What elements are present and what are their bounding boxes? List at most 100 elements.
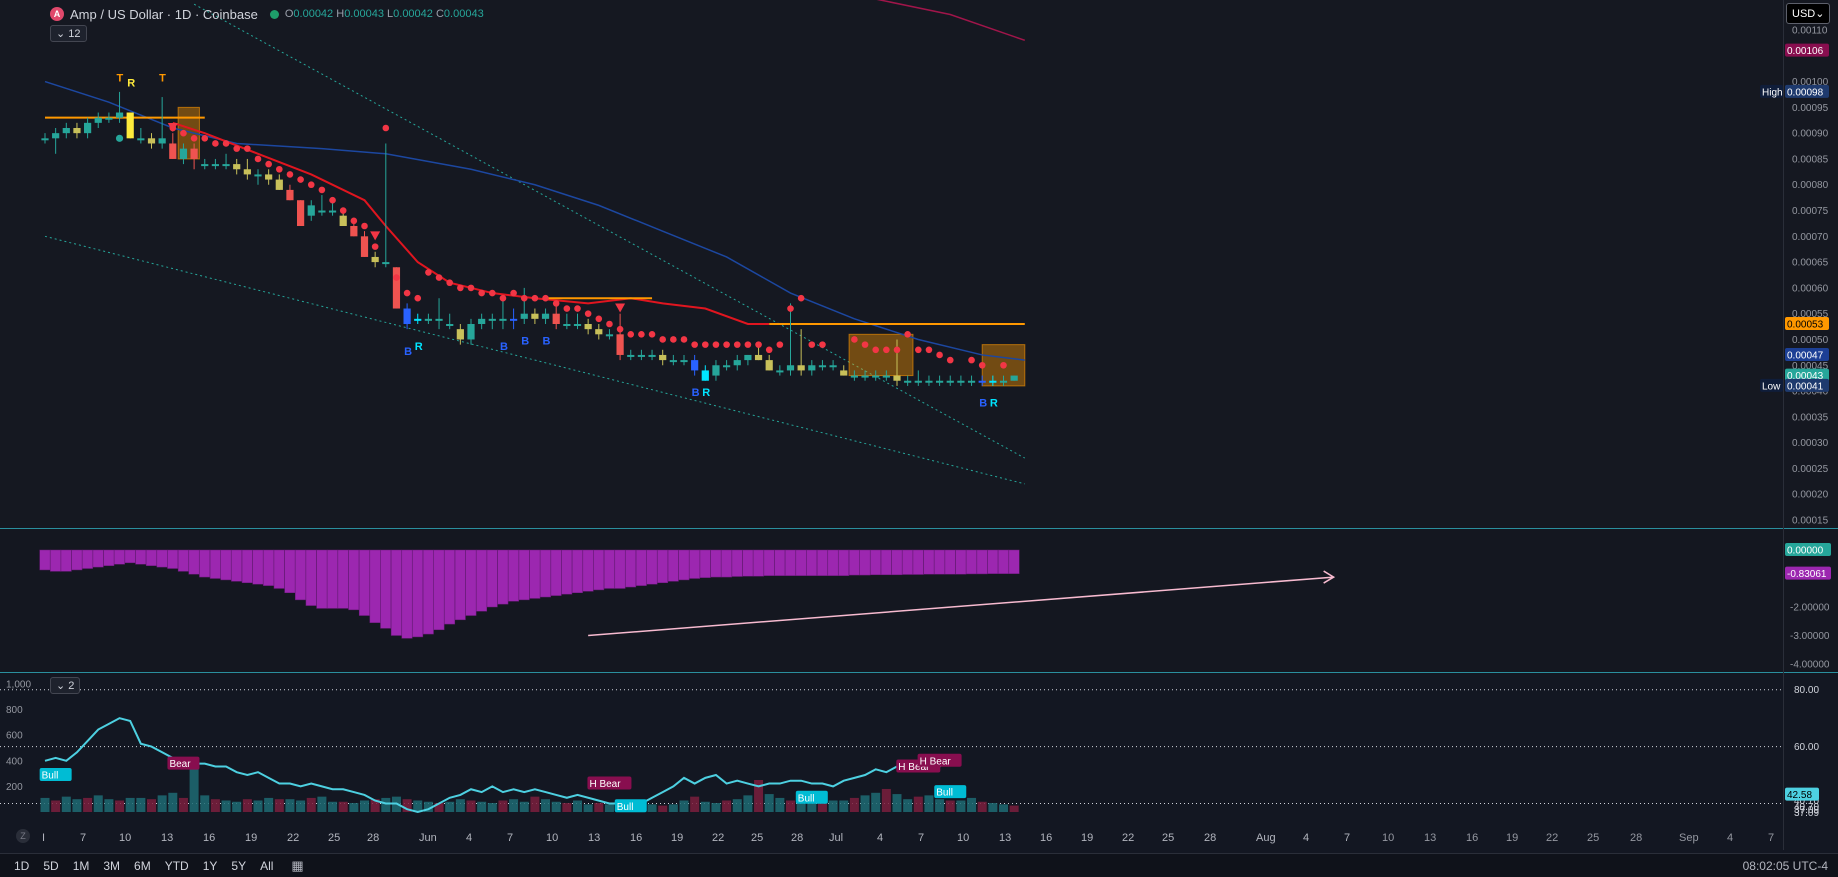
volume-bar [232,801,242,812]
candle-body [510,318,518,321]
volume-bar [722,800,732,812]
sar-dot [222,140,230,147]
sar-dot [361,222,368,230]
sar-dot [393,274,400,281]
candle-body [691,360,699,371]
range-1m-button[interactable]: 1M [73,859,90,873]
histogram-bar [327,549,338,609]
histogram-bar [571,549,583,593]
candle-body [978,380,986,383]
range-6m-button[interactable]: 6M [134,859,151,873]
currency-selector[interactable]: USD ⌄ [1786,3,1830,24]
volume-bar [530,796,540,812]
histogram-bar [944,549,956,575]
sar-dot [276,165,283,173]
candle-body [669,360,677,363]
volume-bar [828,800,838,812]
candle-body [233,164,241,170]
price-tag-text: Low [1762,381,1781,392]
histogram-bar [433,549,445,631]
volume-bar [743,795,753,812]
volume-bar [61,796,71,812]
histogram-bar [902,549,913,575]
candle-body [456,329,464,340]
histogram-bar [699,549,711,578]
sar-dot [339,207,347,214]
candle-body [360,236,369,257]
candle-body [723,365,731,368]
candle-body [179,148,188,159]
timezone-toggle-button[interactable]: Z [16,829,30,843]
candle-body [776,370,784,373]
sar-dot [244,145,251,152]
sar-dot [680,336,688,343]
range-3m-button[interactable]: 3M [103,859,120,873]
symbol-title[interactable]: Amp / US Dollar · 1D · Coinbase [70,7,258,22]
divergence-label: H Bear [917,753,962,767]
sar-dot [584,310,592,317]
range-5d-button[interactable]: 5D [43,859,58,873]
time-tick-label: Jun [419,832,437,844]
rsi-tick-label: 37.09 [1794,808,1819,819]
candle-body [147,138,156,144]
oscillator-tick-label: -2.00000 [1790,603,1830,614]
range-ytd-button[interactable]: YTD [165,859,189,873]
price-label-text: 0.00098 [1787,87,1824,98]
clock-readout[interactable]: 08:02:05 UTC-4 [1743,859,1828,873]
volume-tick-label: 200 [6,782,23,793]
histogram-bar [784,549,796,576]
sar-dot [627,331,635,338]
volume-bar [253,800,263,812]
sar-dot [765,346,773,354]
histogram-bar [955,549,967,575]
range-all-button[interactable]: All [260,859,273,873]
time-tick-label: 19 [1081,832,1093,844]
indicators-collapse-button[interactable]: ⌄ 12 [50,25,87,42]
candle-body [520,313,528,319]
sar-dot [851,336,858,343]
candle-body [946,380,954,383]
histogram-bar [284,549,296,593]
currency-label: USD [1792,7,1816,20]
candle-body [957,380,965,383]
candle-body [563,324,571,326]
histogram-bar [827,549,839,576]
histogram-bar [508,549,519,602]
time-tick-label: 28 [791,832,803,844]
volume-bar [967,797,977,812]
volume-bar [711,803,721,812]
range-1y-button[interactable]: 1Y [203,859,218,873]
range-5y-button[interactable]: 5Y [231,859,246,873]
histogram-bar [540,549,551,598]
range-1d-button[interactable]: 1D [14,859,29,873]
candle [392,267,401,309]
histogram-bar [39,549,51,571]
chart-canvas[interactable]: T R TB R B B BB RB R0.001100.001000.000950.00090… [0,0,1838,876]
volume-bar [104,799,114,812]
calendar-icon[interactable]: ▦ [291,858,303,874]
histogram-bar [891,549,903,576]
histogram-bar [199,549,211,578]
candle-body [989,380,997,383]
candle-body [211,164,219,167]
divergence-label: Bull [795,790,828,804]
time-tick-label: 19 [1506,832,1518,844]
sar-dot [489,289,496,297]
sar-dot [915,346,922,354]
sar-dot [648,331,656,338]
divergence-label: Bull [934,785,967,799]
sar-dot [702,341,709,348]
candle-body [840,370,848,376]
price-tick-label: 0.00095 [1792,103,1829,114]
candle-body [126,112,134,139]
candle-body [861,375,869,378]
histogram-bar [614,549,626,589]
histogram-bar [401,549,413,639]
histogram-bar [731,549,743,577]
histogram-bar [71,549,83,571]
indicator-count: 2 [68,680,75,692]
sar-dot [861,341,869,348]
volume-indicators-collapse-button[interactable]: ⌄ 2 [50,677,81,694]
candle-body [627,354,635,357]
time-tick-label: 19 [245,832,257,844]
